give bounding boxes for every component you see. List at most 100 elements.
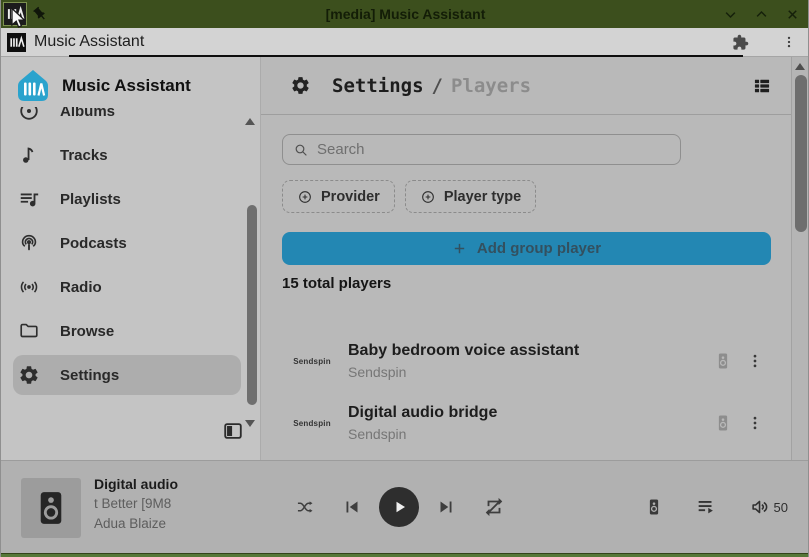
gear-icon bbox=[18, 364, 40, 386]
play-icon bbox=[387, 495, 411, 519]
player-name: Baby bedroom voice assistant bbox=[348, 342, 714, 360]
album-art[interactable] bbox=[21, 478, 81, 538]
sidebar: Music Assistant Albums Tracks bbox=[1, 57, 261, 460]
sidebar-scroll-up-arrow[interactable] bbox=[245, 118, 255, 125]
plus-icon bbox=[452, 241, 467, 256]
volume-icon bbox=[749, 496, 771, 518]
filter-player-type-label: Player type bbox=[444, 189, 521, 205]
app-logo-icon bbox=[7, 33, 26, 52]
filter-provider-chip[interactable]: Provider bbox=[282, 180, 395, 213]
breadcrumb-settings[interactable]: Settings bbox=[332, 75, 424, 97]
toolbar-underline bbox=[69, 55, 743, 57]
now-playing-title: Digital audio bbox=[94, 474, 284, 494]
sidebar-item-tracks[interactable]: Tracks bbox=[13, 135, 241, 175]
main-content: Settings/Players bbox=[261, 57, 809, 460]
content-scrollbar-thumb[interactable] bbox=[795, 75, 807, 232]
add-group-player-label: Add group player bbox=[477, 240, 601, 257]
search-box bbox=[282, 134, 681, 165]
sidebar-item-label: Tracks bbox=[60, 147, 108, 164]
sidebar-item-label: Radio bbox=[60, 279, 102, 296]
sidebar-nav: Albums Tracks Playlists bbox=[13, 107, 241, 416]
filter-provider-label: Provider bbox=[321, 189, 380, 205]
sidebar-item-label: Playlists bbox=[60, 191, 121, 208]
window-controls bbox=[723, 0, 800, 28]
transport-controls bbox=[295, 461, 505, 553]
volume-control[interactable]: 50 bbox=[749, 496, 788, 518]
app-name: Music Assistant bbox=[34, 33, 144, 51]
search-input[interactable] bbox=[317, 141, 670, 158]
now-playing-info[interactable]: Digital audio t Better [9M8 Adua Blaize bbox=[94, 474, 284, 534]
player-list: Sendspin Baby bedroom voice assistant Se… bbox=[282, 330, 771, 454]
player-row[interactable]: Sendspin Baby bedroom voice assistant Se… bbox=[282, 330, 771, 392]
skip-next-icon[interactable] bbox=[435, 496, 457, 518]
collapse-sidebar-icon[interactable] bbox=[222, 420, 244, 442]
shuffle-icon[interactable] bbox=[295, 497, 315, 517]
player-provider: Sendspin bbox=[348, 426, 714, 442]
search-icon bbox=[293, 142, 309, 158]
app-window: [media] Music Assistant bbox=[0, 0, 809, 557]
volume-level: 50 bbox=[774, 500, 788, 515]
settings-gear-icon bbox=[290, 75, 311, 96]
content-scroll-up-arrow[interactable] bbox=[795, 63, 805, 70]
sidebar-item-label: Settings bbox=[60, 367, 119, 384]
repeat-off-icon[interactable] bbox=[483, 496, 505, 518]
breadcrumb-players: Players bbox=[451, 75, 531, 97]
play-queue-icon[interactable] bbox=[695, 496, 717, 518]
browser-toolbar: Music Assistant bbox=[1, 28, 809, 57]
speaker-icon bbox=[714, 350, 732, 372]
sidebar-item-radio[interactable]: Radio bbox=[13, 267, 241, 307]
folder-icon bbox=[18, 320, 40, 342]
speaker-art-icon bbox=[32, 486, 70, 530]
window-bottom-border bbox=[1, 553, 809, 557]
music-note-icon bbox=[18, 144, 40, 166]
player-menu-kebab-icon[interactable] bbox=[746, 350, 764, 372]
view-list-icon[interactable] bbox=[752, 76, 772, 96]
browser-menu-kebab-icon[interactable] bbox=[782, 33, 796, 51]
player-bar: Digital audio t Better [9M8 Adua Blaize bbox=[1, 460, 809, 553]
total-players-count: 15 total players bbox=[282, 276, 771, 292]
sidebar-item-browse[interactable]: Browse bbox=[13, 311, 241, 351]
player-row[interactable]: Sendspin Digital audio bridge Sendspin bbox=[282, 392, 771, 454]
sidebar-header: Music Assistant bbox=[15, 63, 191, 109]
window-title: [media] Music Assistant bbox=[1, 0, 809, 28]
radio-broadcast-icon bbox=[18, 276, 40, 298]
sidebar-item-label: Albums bbox=[60, 107, 115, 120]
now-playing-track: t Better [9M8 bbox=[94, 494, 284, 514]
player-meta: Baby bedroom voice assistant Sendspin bbox=[348, 342, 714, 380]
player-meta: Digital audio bridge Sendspin bbox=[348, 404, 714, 442]
filter-player-type-chip[interactable]: Player type bbox=[405, 180, 536, 213]
sidebar-item-settings[interactable]: Settings bbox=[13, 355, 241, 395]
sidebar-scroll-down-arrow[interactable] bbox=[245, 420, 255, 427]
sidebar-scrollbar-thumb[interactable] bbox=[247, 205, 257, 405]
filter-chips: Provider Player type bbox=[282, 180, 771, 213]
content-scrollbar[interactable] bbox=[791, 57, 809, 460]
player-menu-kebab-icon[interactable] bbox=[746, 412, 764, 434]
play-button[interactable] bbox=[379, 487, 419, 527]
sidebar-item-label: Podcasts bbox=[60, 235, 127, 252]
player-bar-right-controls: 50 bbox=[645, 461, 788, 553]
mouse-cursor-icon bbox=[7, 6, 31, 30]
queue-music-icon bbox=[18, 188, 40, 210]
player-brand-logo: Sendspin bbox=[282, 419, 342, 428]
podcast-icon bbox=[18, 232, 40, 254]
player-name: Digital audio bridge bbox=[348, 404, 714, 422]
content-header: Settings/Players bbox=[261, 57, 791, 115]
puzzle-extension-icon[interactable] bbox=[732, 34, 749, 51]
close-button[interactable] bbox=[785, 7, 800, 22]
app-area: Music Assistant Albums Tracks bbox=[1, 57, 809, 460]
minimize-button[interactable] bbox=[723, 7, 738, 22]
player-provider: Sendspin bbox=[348, 364, 714, 380]
now-playing-artist: Adua Blaize bbox=[94, 514, 284, 534]
maximize-button[interactable] bbox=[754, 7, 769, 22]
window-titlebar: [media] Music Assistant bbox=[1, 0, 809, 28]
music-assistant-logo bbox=[15, 68, 51, 104]
sidebar-item-podcasts[interactable]: Podcasts bbox=[13, 223, 241, 263]
sidebar-app-title: Music Assistant bbox=[62, 76, 191, 96]
skip-previous-icon[interactable] bbox=[341, 496, 363, 518]
sidebar-item-albums[interactable]: Albums bbox=[13, 107, 241, 131]
add-group-player-button[interactable]: Add group player bbox=[282, 232, 771, 265]
players-page: Provider Player type Add group player bbox=[261, 115, 791, 460]
active-speaker-icon[interactable] bbox=[645, 496, 663, 518]
breadcrumb-separator: / bbox=[424, 75, 451, 97]
sidebar-item-playlists[interactable]: Playlists bbox=[13, 179, 241, 219]
